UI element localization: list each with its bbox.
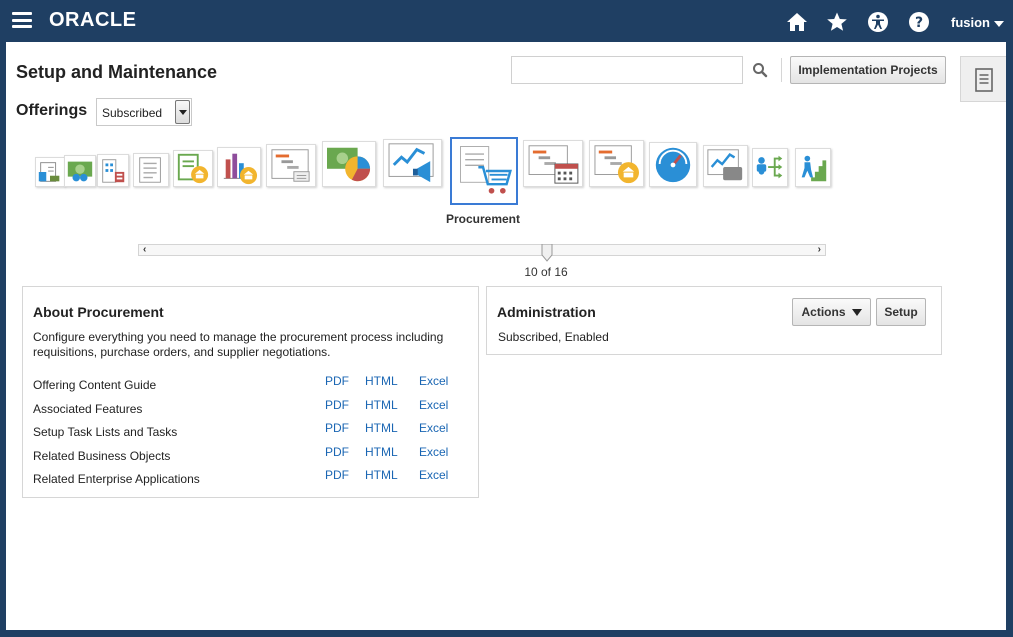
pdf-link[interactable]: PDF: [325, 445, 349, 459]
chevron-down-icon: [994, 20, 1004, 27]
monitoring-icon[interactable]: [703, 145, 748, 187]
implementation-projects-button[interactable]: Implementation Projects: [790, 56, 946, 84]
about-title: About Procurement: [33, 304, 164, 320]
document-list-icon: [975, 68, 993, 92]
doc-row: Associated Features PDF HTML Excel: [33, 398, 473, 422]
html-link[interactable]: HTML: [365, 421, 398, 435]
doc-row-label: Setup Task Lists and Tasks: [33, 425, 178, 439]
excel-link[interactable]: Excel: [419, 374, 448, 388]
documents-icon[interactable]: [133, 153, 169, 187]
gauge-icon[interactable]: [649, 142, 697, 187]
global-header: ORACLE ? fusion: [0, 0, 1013, 42]
setup-button[interactable]: Setup: [876, 298, 926, 326]
career-icon[interactable]: [795, 148, 831, 187]
facilities-icon[interactable]: [97, 154, 129, 187]
user-menu[interactable]: fusion: [951, 15, 1004, 30]
offerings-carousel: [6, 137, 1006, 207]
doc-row-label: Offering Content Guide: [33, 378, 157, 392]
offerings-filter-value: Subscribed: [102, 106, 163, 120]
actions-button[interactable]: Actions: [792, 298, 871, 326]
panel-drawer-tab[interactable]: [960, 56, 1006, 102]
excel-link[interactable]: Excel: [419, 421, 448, 435]
about-offering-panel: About Procurement Configure everything y…: [22, 286, 479, 498]
pdf-link[interactable]: PDF: [325, 398, 349, 412]
pdf-link[interactable]: PDF: [325, 421, 349, 435]
html-link[interactable]: HTML: [365, 398, 398, 412]
hamburger-icon[interactable]: [12, 12, 32, 28]
pdf-link[interactable]: PDF: [325, 468, 349, 482]
main-content: Setup and Maintenance Implementation Pro…: [6, 42, 1006, 630]
html-link[interactable]: HTML: [365, 374, 398, 388]
financials-icon[interactable]: [35, 157, 65, 187]
page-title: Setup and Maintenance: [16, 62, 218, 82]
chevron-down-icon: [851, 309, 862, 317]
payroll-icon[interactable]: [64, 155, 96, 187]
banking-tasks-icon[interactable]: [589, 140, 644, 187]
star-icon[interactable]: [826, 11, 848, 33]
html-link[interactable]: HTML: [365, 445, 398, 459]
carousel-position: 10 of 16: [524, 265, 568, 279]
slider-thumb[interactable]: [541, 244, 553, 262]
offerings-label: Offerings: [16, 102, 88, 119]
oracle-logo[interactable]: ORACLE: [49, 9, 136, 32]
analytics-icon[interactable]: [217, 147, 261, 187]
html-link[interactable]: HTML: [365, 468, 398, 482]
excel-link[interactable]: Excel: [419, 468, 448, 482]
doc-row: Setup Task Lists and Tasks PDF HTML Exce…: [33, 421, 473, 445]
chevron-right-icon[interactable]: ›: [818, 245, 821, 255]
doc-row-label: Related Enterprise Applications: [33, 472, 200, 486]
excel-link[interactable]: Excel: [419, 445, 448, 459]
about-description: Configure everything you need to manage …: [33, 330, 444, 359]
svg-text:?: ?: [915, 15, 923, 31]
administration-title: Administration: [497, 304, 596, 320]
marketing-icon[interactable]: [383, 139, 442, 187]
chevron-left-icon[interactable]: ‹: [143, 245, 146, 255]
actions-label: Actions: [801, 305, 846, 319]
offerings-filter-select[interactable]: Subscribed: [96, 98, 192, 126]
doc-row-label: Related Business Objects: [33, 449, 171, 463]
scheduling-icon[interactable]: [523, 140, 583, 187]
banking-icon[interactable]: [173, 150, 213, 187]
search-input[interactable]: [511, 56, 743, 84]
excel-link[interactable]: Excel: [419, 398, 448, 412]
help-icon[interactable]: ?: [908, 11, 930, 33]
sales-chart-icon[interactable]: [322, 141, 376, 187]
accessibility-icon[interactable]: [867, 11, 889, 33]
search-icon[interactable]: [752, 62, 768, 78]
chevron-down-icon[interactable]: [175, 100, 190, 124]
doc-row: Offering Content Guide PDF HTML Excel: [33, 374, 473, 398]
home-icon[interactable]: [786, 11, 808, 33]
user-name: fusion: [951, 15, 990, 30]
carousel-slider[interactable]: ‹ ›: [138, 244, 826, 262]
project-tasks-icon[interactable]: [266, 144, 316, 187]
divider: [781, 58, 782, 82]
doc-row: Related Enterprise Applications PDF HTML…: [33, 468, 473, 492]
administration-panel: Administration Subscribed, Enabled Actio…: [486, 286, 942, 355]
procurement-icon[interactable]: [450, 137, 518, 205]
carousel-selected-name: Procurement: [445, 212, 521, 226]
doc-row-label: Associated Features: [33, 402, 143, 416]
administration-status: Subscribed, Enabled: [498, 330, 609, 344]
doc-row: Related Business Objects PDF HTML Excel: [33, 445, 473, 469]
workforce-icon[interactable]: [752, 148, 788, 187]
pdf-link[interactable]: PDF: [325, 374, 349, 388]
